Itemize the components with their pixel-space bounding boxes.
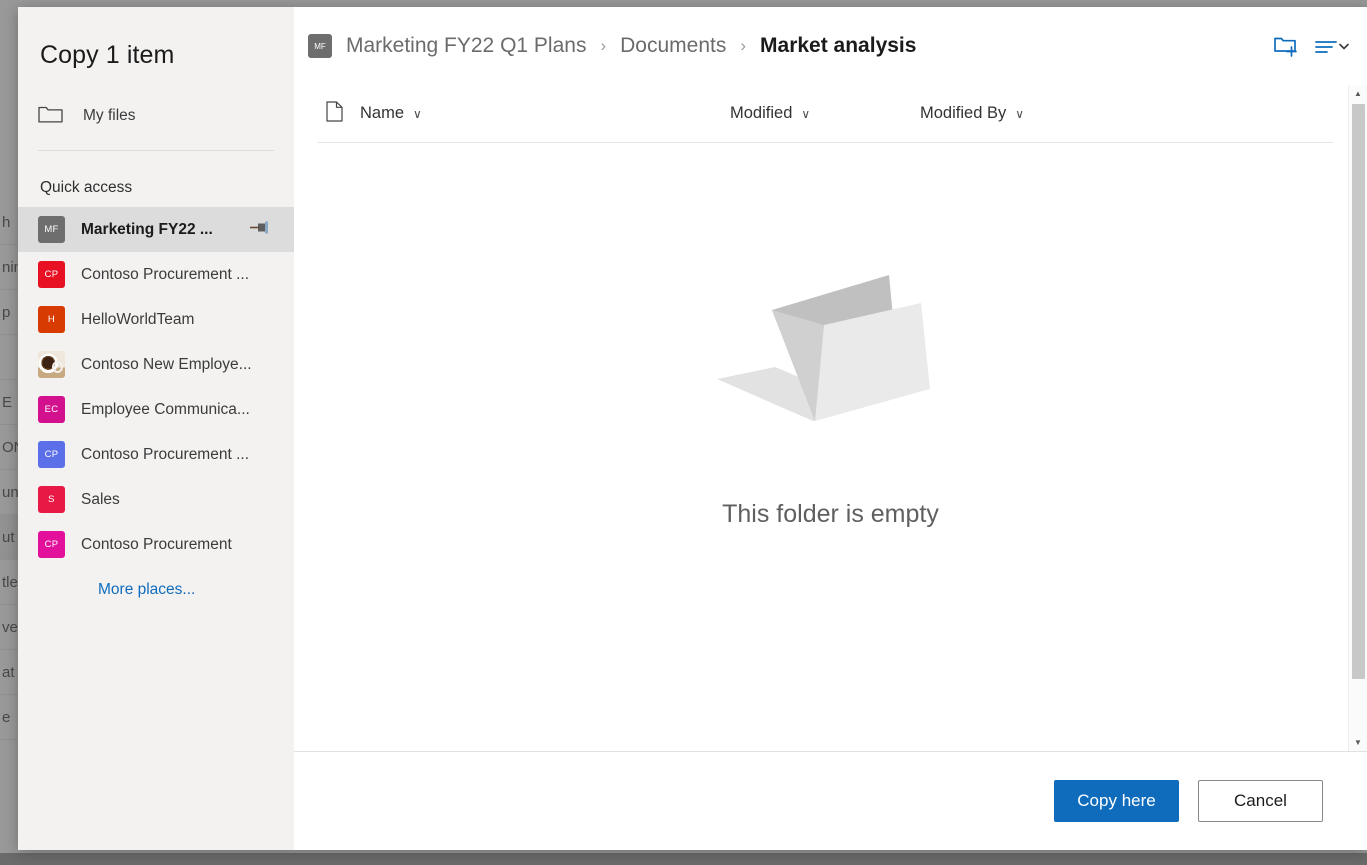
site-avatar: CP [38,261,65,288]
site-avatar: H [38,306,65,333]
column-header-modified-by[interactable]: Modified By ∨ [920,104,1120,123]
breadcrumb: MF Marketing FY22 Q1 Plans › Documents ›… [294,7,1367,85]
site-avatar: CP [38,531,65,558]
scrollbar-thumb[interactable] [1352,104,1365,679]
dialog-title: Copy 1 item [18,7,294,70]
breadcrumb-separator-icon: › [600,36,606,56]
folder-icon [38,104,63,129]
quick-access-list: MF Marketing FY22 ... CP Contoso Procure… [18,207,294,567]
sidebar-item-contoso-procurement-2[interactable]: CP Contoso Procurement ... [18,432,294,477]
sidebar-item-contoso-new-employee[interactable]: Contoso New Employe... [18,342,294,387]
sidebar-item-label: My files [83,107,136,125]
sidebar-item-contoso-procurement-1[interactable]: CP Contoso Procurement ... [18,252,294,297]
sidebar-item-contoso-procurement-3[interactable]: CP Contoso Procurement [18,522,294,567]
breadcrumb-site-avatar: MF [308,34,332,58]
file-icon [326,101,343,127]
sidebar-item-label: Marketing FY22 ... [81,221,213,239]
dialog-footer: Copy here Cancel [294,751,1367,850]
sidebar-item-employee-communications[interactable]: EC Employee Communica... [18,387,294,432]
sidebar-item-label: Contoso Procurement [81,536,232,554]
sidebar-item-label: Sales [81,491,120,509]
column-header-label: Modified By [920,104,1006,123]
file-list-scrollbar[interactable]: ▲ ▼ [1348,85,1367,751]
scroll-up-arrow-icon[interactable]: ▲ [1349,85,1367,102]
sidebar-item-label: HelloWorldTeam [81,311,194,329]
breadcrumb-item-current: Market analysis [760,34,916,58]
sidebar-item-label: Employee Communica... [81,401,250,419]
view-options-icon[interactable] [1315,36,1349,56]
site-avatar: EC [38,396,65,423]
site-avatar: S [38,486,65,513]
empty-folder-message: This folder is empty [722,500,939,529]
dialog-main: MF Marketing FY22 Q1 Plans › Documents ›… [294,7,1367,850]
copy-item-dialog: Copy 1 item My files Quick access MF Mar… [18,7,1367,850]
column-header-label: Name [360,104,404,123]
cancel-button[interactable]: Cancel [1198,780,1323,822]
sidebar-item-helloworldteam[interactable]: H HelloWorldTeam [18,297,294,342]
new-folder-icon[interactable] [1273,34,1299,58]
chevron-down-icon: ∨ [801,107,810,121]
breadcrumb-separator-icon: › [740,36,746,56]
file-list-column-headers: Name ∨ Modified ∨ Modified By ∨ [318,85,1333,143]
chevron-down-icon: ∨ [413,107,422,121]
scroll-down-arrow-icon[interactable]: ▼ [1349,734,1367,751]
sidebar-item-label: Contoso Procurement ... [81,446,249,464]
column-header-label: Modified [730,104,792,123]
column-header-name[interactable]: Name ∨ [360,104,730,123]
sidebar-item-sales[interactable]: S Sales [18,477,294,522]
copy-here-button[interactable]: Copy here [1054,780,1179,822]
column-header-modified[interactable]: Modified ∨ [730,104,920,123]
site-avatar-photo [38,351,65,378]
sidebar-item-label: Contoso New Employe... [81,356,252,374]
pin-icon[interactable] [250,220,272,239]
quick-access-heading: Quick access [18,151,294,197]
column-header-file-icon [318,101,360,127]
breadcrumb-item-site[interactable]: Marketing FY22 Q1 Plans [346,34,586,58]
background-bottom-bar [0,853,1367,865]
chevron-down-icon: ∨ [1015,107,1024,121]
sidebar-item-marketing-fy22[interactable]: MF Marketing FY22 ... [18,207,294,252]
site-avatar: MF [38,216,65,243]
site-avatar: CP [38,441,65,468]
dialog-sidebar: Copy 1 item My files Quick access MF Mar… [18,7,294,850]
scrollbar-track[interactable] [1349,102,1367,734]
more-places-link[interactable]: More places... [18,581,294,599]
breadcrumb-item-documents[interactable]: Documents [620,34,726,58]
empty-folder-illustration [715,255,947,430]
empty-folder-state: This folder is empty [294,143,1367,751]
sidebar-item-label: Contoso Procurement ... [81,266,249,284]
breadcrumb-actions [1273,34,1349,58]
sidebar-item-my-files[interactable]: My files [18,94,294,138]
